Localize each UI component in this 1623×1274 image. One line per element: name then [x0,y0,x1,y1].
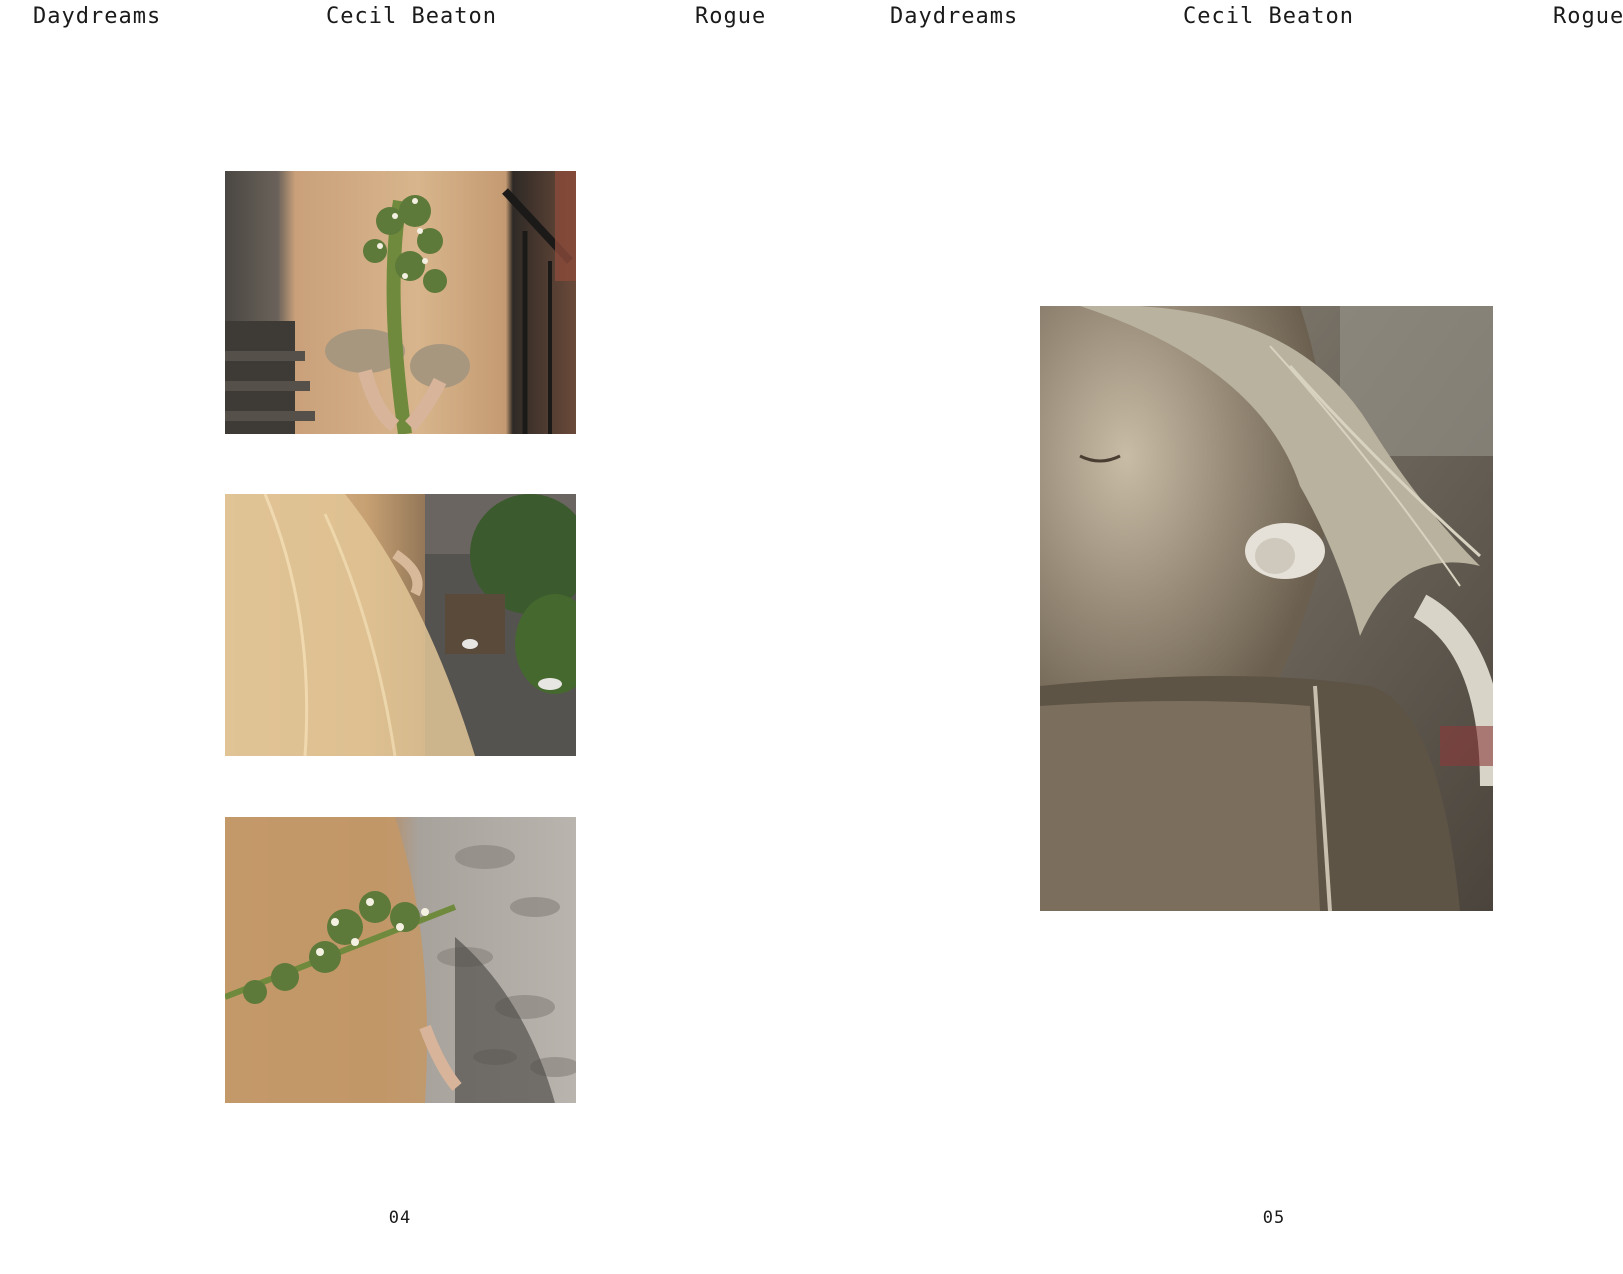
photo-bouquet-stucco-wall[interactable] [225,817,576,1103]
photo-sheer-dress-garden[interactable] [225,494,576,756]
marquee-word-daydreams[interactable]: Daydreams [33,2,161,32]
header-marquee: Daydreams Cecil Beaton Rogue Daydreams C… [0,0,1623,50]
magazine-spread: Daydreams Cecil Beaton Rogue Daydreams C… [0,0,1623,1274]
marquee-word-rogue[interactable]: Rogue [695,2,766,32]
marquee-word-cecil-beaton[interactable]: Cecil Beaton [326,2,497,32]
marquee-word-daydreams[interactable]: Daydreams [890,2,1018,32]
marquee-word-cecil-beaton[interactable]: Cecil Beaton [1183,2,1354,32]
page-number-right: 05 [1262,1208,1286,1228]
photo-bouquet-behind-back[interactable] [225,171,576,434]
photo-portrait-flower-earring[interactable] [1040,306,1493,911]
marquee-word-rogue[interactable]: Rogue [1553,2,1623,32]
page-number-left: 04 [388,1208,412,1228]
